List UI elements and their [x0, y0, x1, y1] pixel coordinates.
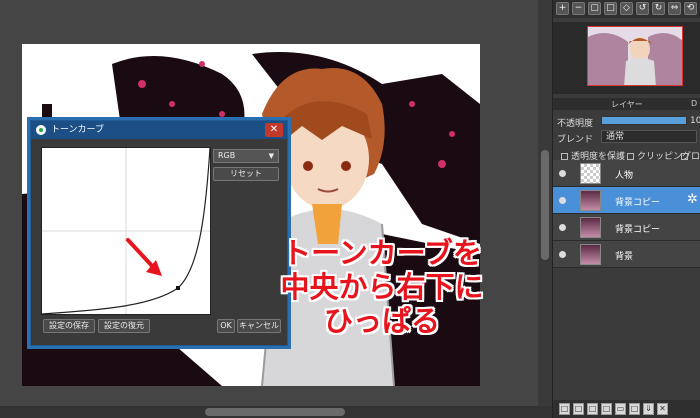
layer-item[interactable]: 人物	[553, 160, 700, 187]
annotation-text: トーンカーブを 中央から右下に ひっぱる	[262, 236, 502, 338]
delete-layer-icon[interactable]: ✕	[657, 403, 668, 415]
layer-item-selected[interactable]: 背景コピー ✲	[553, 187, 700, 214]
mask-icon[interactable]: □	[629, 403, 640, 415]
channel-select[interactable]: RGB ▼	[213, 149, 279, 163]
layer-item[interactable]: 背景コピー	[553, 214, 700, 241]
curve-control-point	[176, 286, 180, 290]
new-layer-icon[interactable]: □	[559, 403, 570, 415]
merge-icon[interactable]: ⇓	[643, 403, 654, 415]
layer-list: 人物 背景コピー ✲ 背景コピー 背景	[553, 160, 700, 268]
vertical-scroll-thumb[interactable]	[541, 150, 549, 260]
layer-tab[interactable]: レイヤー	[611, 99, 643, 110]
layer-thumbnail	[580, 217, 601, 238]
visibility-icon[interactable]	[559, 197, 566, 204]
layer-name: 人物	[615, 171, 634, 181]
tone-curve-graph[interactable]	[41, 147, 211, 315]
red-arrow-icon	[126, 238, 162, 276]
vertical-scrollbar[interactable]	[538, 0, 552, 406]
reset-button[interactable]: リセット	[213, 167, 279, 181]
zoom-fit-icon[interactable]: ◇	[620, 2, 633, 15]
navigator-thumbnail	[587, 26, 683, 86]
duplicate-layer-icon[interactable]: □	[601, 403, 612, 415]
visibility-icon[interactable]	[559, 170, 566, 177]
annotation-line: ひっぱる	[323, 304, 440, 338]
opacity-label: 不透明度	[557, 119, 594, 129]
blend-mode-select[interactable]: 通常	[601, 130, 697, 143]
right-panel: + − ▢ □ ◇ ↺ ↻ ⇔ ⟲ レイヤー D 不透明度 10 ブレンド 通常…	[552, 0, 700, 418]
rotate-left-icon[interactable]: ↺	[636, 2, 649, 15]
layer-item[interactable]: 背景	[553, 241, 700, 268]
actual-size-icon[interactable]: □	[604, 2, 617, 15]
horizontal-scrollbar[interactable]	[0, 406, 552, 418]
layer-panel-header: レイヤー D	[553, 98, 700, 110]
new-layer-set-icon[interactable]: □	[587, 403, 598, 415]
chevron-down-icon: ▼	[268, 152, 274, 160]
restore-settings-button[interactable]: 設定の復元	[98, 319, 150, 333]
layer-thumbnail	[580, 244, 601, 265]
rotate-right-icon[interactable]: ↻	[652, 2, 665, 15]
reset-view-icon[interactable]: ⟲	[684, 2, 697, 15]
layer-thumbnail	[580, 190, 601, 211]
folder-icon[interactable]: ▭	[615, 403, 626, 415]
close-icon[interactable]: ✕	[265, 123, 283, 137]
horizontal-scroll-thumb[interactable]	[205, 408, 345, 416]
dialog-title: トーンカーブ	[51, 125, 105, 135]
layer-name: 背景	[615, 252, 634, 262]
flip-icon[interactable]: ⇔	[668, 2, 681, 15]
navigator-toolbar: + − ▢ □ ◇ ↺ ↻ ⇔ ⟲	[553, 0, 700, 18]
annotation-line: トーンカーブを	[282, 236, 482, 270]
opacity-slider[interactable]	[601, 116, 687, 125]
tone-curve-dialog: トーンカーブ ✕ RGB ▼ リセット 設定の保存 設定の復元 OK キャンセル	[30, 120, 288, 346]
zoom-in-icon[interactable]: +	[556, 2, 569, 15]
opacity-row: 不透明度 10	[553, 113, 700, 129]
layer-name: 背景コピー	[615, 198, 661, 208]
layer-thumbnail	[580, 163, 601, 184]
visibility-icon[interactable]	[559, 251, 566, 258]
annotation-line: 中央から右下に	[280, 270, 484, 304]
opacity-value: 10	[690, 116, 700, 126]
layer-footer-toolbar: □ □ □ □ ▭ □ ⇓ ✕	[553, 400, 700, 418]
layer-name: 背景コピー	[615, 225, 661, 235]
fit-icon[interactable]: ▢	[588, 2, 601, 15]
zoom-out-icon[interactable]: −	[572, 2, 585, 15]
save-settings-button[interactable]: 設定の保存	[43, 319, 95, 333]
gear-icon[interactable]: ✲	[687, 192, 698, 207]
new-layer-alt-icon[interactable]: □	[573, 403, 584, 415]
tone-curve-app-icon	[36, 125, 46, 135]
ok-button[interactable]: OK	[217, 319, 235, 333]
dialog-title-bar[interactable]: トーンカーブ ✕	[31, 121, 287, 139]
navigator-preview[interactable]	[553, 22, 700, 94]
blend-label: ブレンド	[557, 135, 594, 145]
visibility-icon[interactable]	[559, 224, 566, 231]
blend-row: ブレンド 通常	[553, 129, 700, 145]
panel-menu[interactable]: D	[691, 99, 697, 108]
